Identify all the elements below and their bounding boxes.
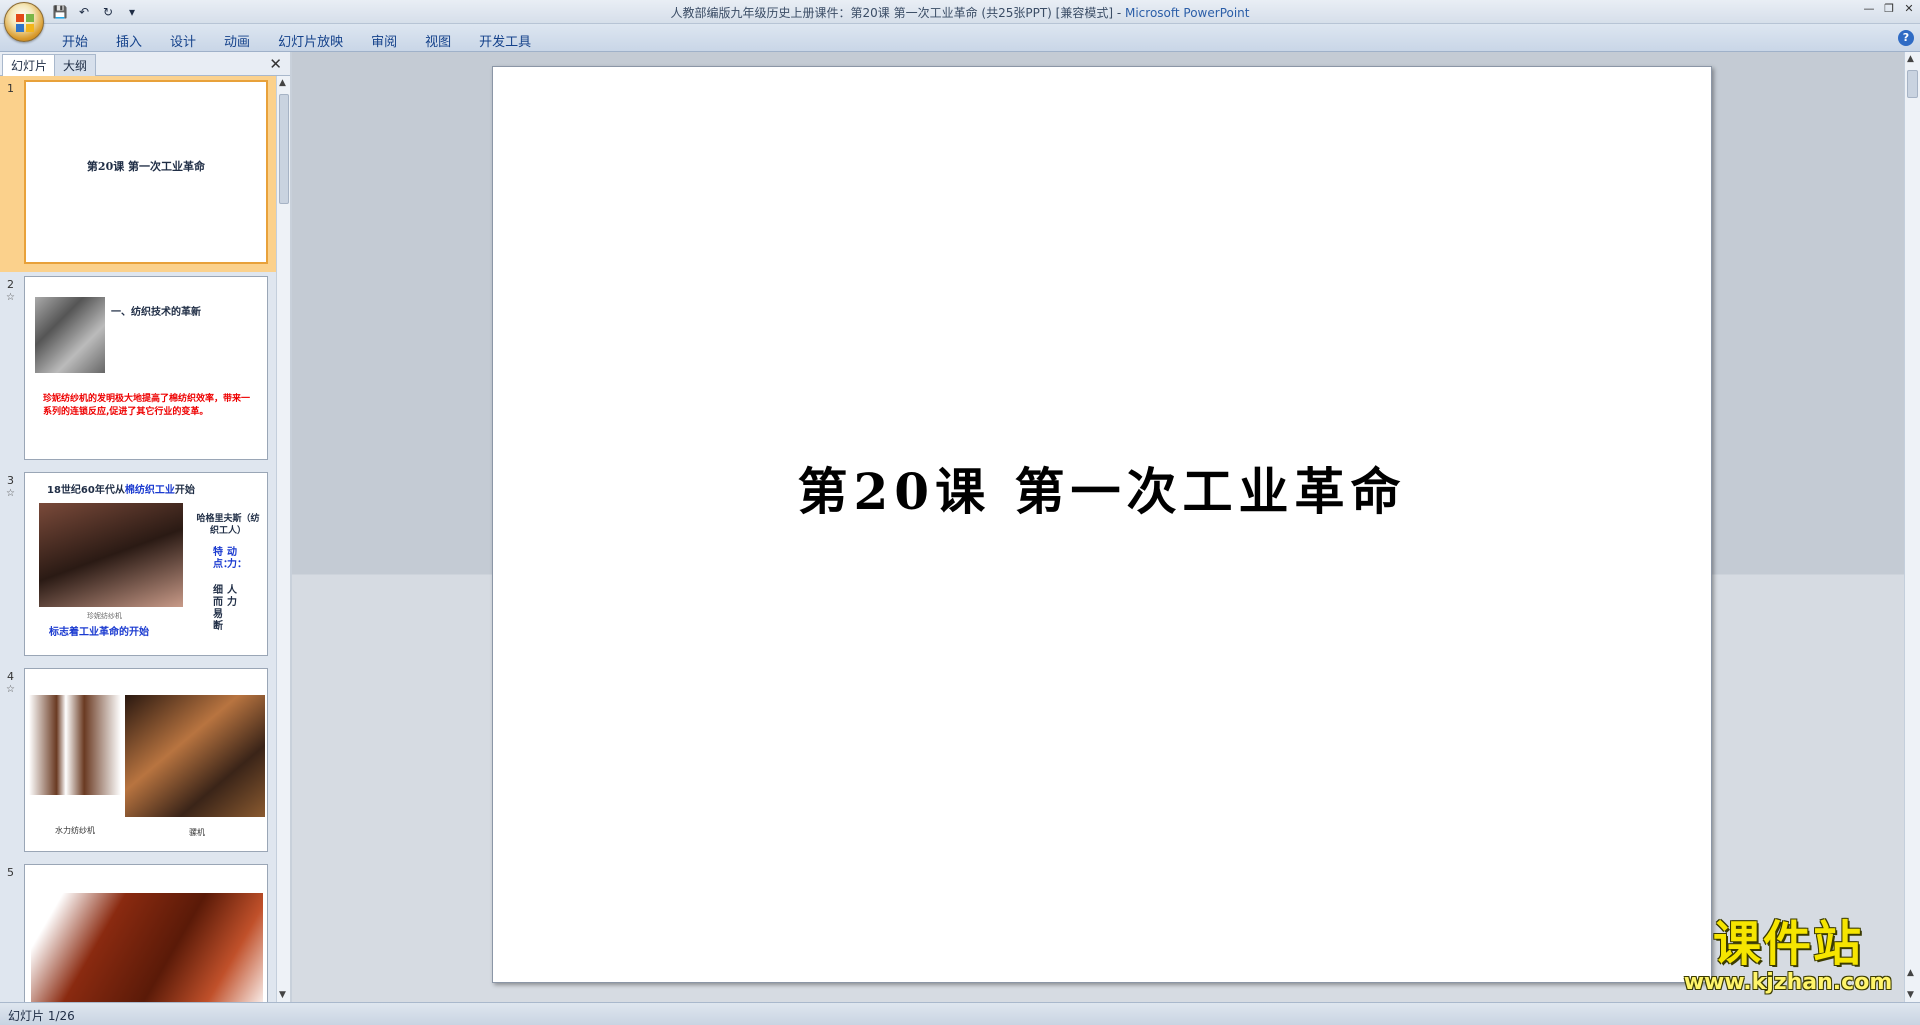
thumbnail-list: 1 第20课 第一次工业革命 2 ☆ 一、纺织技术的革新 珍妮纺纱机的发明极大地… [0,76,276,1002]
scroll-up-icon[interactable]: ▲ [279,78,286,88]
thumbnail-row-4[interactable]: 4 ☆ 水力纺纱机 骡机 [0,664,276,860]
application-name: Microsoft PowerPoint [1124,6,1250,20]
heading-part: 18世纪60年代从 [47,485,125,496]
help-icon[interactable]: ? [1898,30,1914,46]
title-separator: - [1113,6,1125,20]
animation-star-icon: ☆ [6,292,15,303]
power-label: 动力： [227,547,247,570]
close-button[interactable]: ✕ [1902,2,1916,16]
thumbnail-footer: 标志着工业革命的开始 [49,627,149,638]
office-button[interactable] [4,2,44,42]
slide-editing-area: 第20课 第一次工业革命 [292,52,1904,1002]
tab-review[interactable]: 审阅 [357,28,411,53]
tab-insert[interactable]: 插入 [102,28,156,53]
heading-part: 开始 [174,485,195,496]
status-bar: 幻灯片 1/26 [0,1002,1920,1025]
thumbnail-heading: 18世纪60年代从棉纺织工业开始 [47,481,195,496]
tab-view[interactable]: 视图 [411,28,465,53]
tab-home[interactable]: 开始 [48,28,102,53]
image-caption: 骡机 [189,828,205,837]
scroll-down-icon[interactable]: ▼ [279,990,286,1000]
jenny-machine-image [39,503,183,607]
pane-tabs: 幻灯片 大纲 ✕ [0,52,290,76]
previous-slide-icon[interactable]: ▲ [1907,968,1914,978]
feature-label: 特点： [213,547,233,570]
tab-slides[interactable]: 幻灯片 [2,54,57,76]
tab-developer[interactable]: 开发工具 [465,28,545,53]
animation-star-icon: ☆ [6,488,15,499]
slide-thumbnail[interactable]: 一、纺织技术的革新 珍妮纺纱机的发明极大地提高了棉纺织效率，带来一系列的连锁反应… [24,276,268,460]
office-logo-icon [16,14,34,32]
next-slide-icon[interactable]: ▼ [1907,990,1914,1000]
feature-value: 细而易断 [213,585,223,632]
power-value: 人力 [227,585,237,608]
tab-animations[interactable]: 动画 [210,28,264,53]
watermark-url: www.kjzhan.com [1683,970,1893,995]
image-caption: 水力纺纱机 [55,826,95,835]
slide-thumbnail[interactable]: 18世纪60年代从棉纺织工业开始 珍妮纺纱机 哈格里夫斯（纺织工人） 特点： 动… [24,472,268,656]
thumbnail-row-5[interactable]: 5 [0,860,276,1002]
scrollbar-thumb[interactable] [1907,70,1918,98]
machine-image [31,893,263,1002]
spinning-machine-image [35,297,105,373]
inventor-label: 哈格里夫斯（纺织工人） [196,514,260,536]
thumbnail-row-1[interactable]: 1 第20课 第一次工业革命 [0,76,276,272]
close-pane-icon[interactable]: ✕ [269,55,282,73]
watermark-title: 课件站 [1712,916,1863,972]
slide-number: 1 [7,82,14,95]
tab-design[interactable]: 设计 [156,28,210,53]
window-controls: — ❐ ✕ [1862,2,1916,16]
slide-thumbnail[interactable] [24,864,268,1002]
thumbnail-heading: 一、纺织技术的革新 [111,307,201,318]
title-bar: 💾 ↶ ↻ ▾ 人教部编版九年级历史上册课件：第20课 第一次工业革命 (共25… [0,0,1920,24]
slide-title[interactable]: 第20课 第一次工业革命 [493,452,1711,524]
animation-star-icon: ☆ [6,684,15,695]
slide-thumbnail[interactable]: 第20课 第一次工业革命 [24,80,268,264]
thumbnail-title: 第20课 第一次工业革命 [86,160,206,173]
ribbon-tabs-bar: 开始 插入 设计 动画 幻灯片放映 审阅 视图 开发工具 ? [0,24,1920,52]
water-frame-image [29,695,121,795]
thumbnail-row-2[interactable]: 2 ☆ 一、纺织技术的革新 珍妮纺纱机的发明极大地提高了棉纺织效率，带来一系列的… [0,272,276,468]
restore-button[interactable]: ❐ [1882,2,1896,16]
thumbnail-scrollbar[interactable]: ▲ ▼ [276,76,290,1002]
thumbnail-body: 珍妮纺纱机的发明极大地提高了棉纺织效率，带来一系列的连锁反应,促进了其它行业的变… [43,394,251,417]
slide-number: 2 [7,278,14,291]
document-title: 人教部编版九年级历史上册课件：第20课 第一次工业革命 (共25张PPT) [兼… [670,6,1114,20]
tab-slideshow[interactable]: 幻灯片放映 [264,28,357,53]
scrollbar-thumb[interactable] [279,94,289,204]
image-caption: 珍妮纺纱机 [87,612,122,620]
scroll-up-icon[interactable]: ▲ [1907,54,1914,64]
minimize-button[interactable]: — [1862,2,1876,16]
slide-number: 4 [7,670,14,683]
slides-pane: 幻灯片 大纲 ✕ 1 第20课 第一次工业革命 2 ☆ 一、纺织技术的革新 珍妮… [0,52,290,1002]
mule-image [125,695,265,817]
window-title: 人教部编版九年级历史上册课件：第20课 第一次工业革命 (共25张PPT) [兼… [0,4,1920,21]
slide-number: 3 [7,474,14,487]
thumbnail-row-3[interactable]: 3 ☆ 18世纪60年代从棉纺织工业开始 珍妮纺纱机 哈格里夫斯（纺织工人） 特… [0,468,276,664]
slide-number: 5 [7,866,14,879]
heading-highlight: 棉纺织工业 [124,485,175,496]
tab-outline[interactable]: 大纲 [54,54,97,76]
current-slide[interactable]: 第20课 第一次工业革命 [492,66,1712,983]
slide-scrollbar[interactable]: ▲ ▲ ▼ [1904,52,1920,1002]
slide-counter: 幻灯片 1/26 [8,1009,75,1023]
slide-thumbnail[interactable]: 水力纺纱机 骡机 [24,668,268,852]
site-watermark-logo: 课件站 www.kjzhan.com [1672,918,1904,998]
